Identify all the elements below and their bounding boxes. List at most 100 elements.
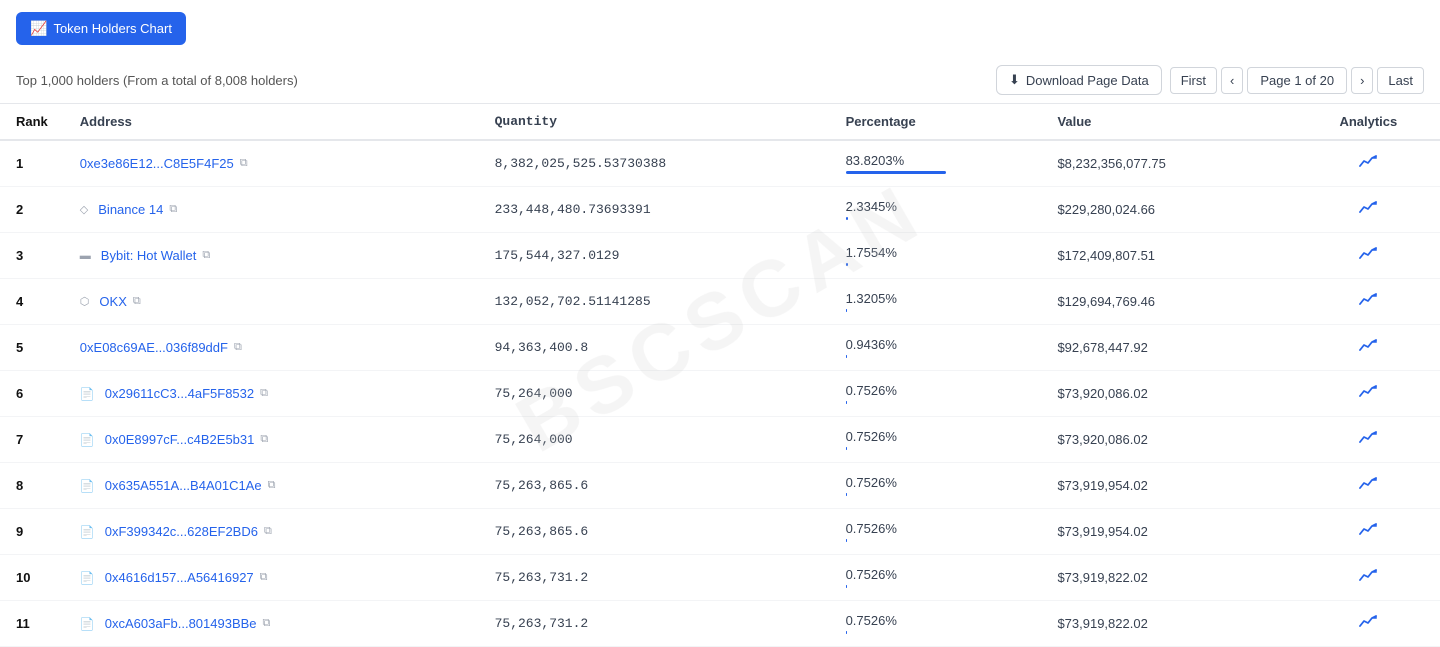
- percentage-bar: [846, 355, 847, 358]
- cell-quantity: 132,052,702.51141285: [479, 279, 830, 325]
- cell-address: 📄0x29611cC3...4aF5F8532⧉: [64, 371, 479, 417]
- address-link[interactable]: 0x635A551A...B4A01C1Ae: [105, 478, 262, 493]
- address-link[interactable]: 0x0E8997cF...c4B2E5b31: [105, 432, 255, 447]
- cell-rank: 3: [0, 233, 64, 279]
- copy-address-button[interactable]: ⧉: [133, 295, 141, 308]
- percentage-text: 0.7526%: [846, 475, 1026, 490]
- cell-percentage: 0.7526%: [830, 509, 1042, 555]
- percentage-text: 0.7526%: [846, 383, 1026, 398]
- pagination: First ‹ Page 1 of 20 › Last: [1170, 67, 1424, 94]
- address-file-icon: 📄: [80, 479, 95, 493]
- next-page-button[interactable]: ›: [1351, 67, 1373, 94]
- percentage-bar: [846, 447, 847, 450]
- copy-address-button[interactable]: ⧉: [260, 387, 268, 400]
- address-link[interactable]: OKX: [99, 294, 126, 309]
- address-link[interactable]: 0xe3e86E12...C8E5F4F25: [80, 156, 234, 171]
- cell-address: 0xE08c69AE...036f89ddF ⧉: [64, 325, 479, 371]
- address-file-icon: 📄: [80, 433, 95, 447]
- cell-quantity: 75,263,865.6: [479, 509, 830, 555]
- cell-quantity: 175,544,327.0129: [479, 233, 830, 279]
- cell-rank: 8: [0, 463, 64, 509]
- analytics-chart-icon[interactable]: [1359, 477, 1377, 494]
- analytics-chart-icon[interactable]: [1359, 339, 1377, 356]
- cell-percentage: 2.3345%: [830, 187, 1042, 233]
- percentage-text: 0.9436%: [846, 337, 1026, 352]
- cell-value: $73,920,086.02: [1041, 371, 1296, 417]
- copy-address-button[interactable]: ⧉: [202, 249, 210, 262]
- col-analytics: Analytics: [1297, 104, 1440, 140]
- analytics-chart-icon[interactable]: [1359, 431, 1377, 448]
- cell-percentage: 0.7526%: [830, 417, 1042, 463]
- address-link[interactable]: Binance 14: [98, 202, 163, 217]
- address-link[interactable]: Bybit: Hot Wallet: [101, 248, 197, 263]
- last-page-button[interactable]: Last: [1377, 67, 1424, 94]
- download-button[interactable]: ⬇ Download Page Data: [996, 65, 1162, 95]
- cell-quantity: 233,448,480.73693391: [479, 187, 830, 233]
- percentage-bar: [846, 585, 847, 588]
- analytics-chart-icon[interactable]: [1359, 247, 1377, 264]
- copy-address-button[interactable]: ⧉: [263, 617, 271, 630]
- cell-rank: 11: [0, 601, 64, 647]
- cell-analytics: [1297, 371, 1440, 417]
- table-row: 1 0xe3e86E12...C8E5F4F25 ⧉ 8,382,025,525.53…: [0, 140, 1440, 187]
- address-label-icon: ◇: [80, 203, 88, 216]
- copy-address-button[interactable]: ⧉: [260, 433, 268, 446]
- address-link[interactable]: 0x29611cC3...4aF5F8532: [105, 386, 254, 401]
- analytics-chart-icon[interactable]: [1359, 385, 1377, 402]
- copy-address-button[interactable]: ⧉: [260, 571, 268, 584]
- analytics-chart-icon[interactable]: [1359, 615, 1377, 632]
- table-row: 11📄0xcA603aFb...801493BBe⧉75,263,731.20.…: [0, 601, 1440, 647]
- address-link[interactable]: 0xE08c69AE...036f89ddF: [80, 340, 228, 355]
- copy-address-button[interactable]: ⧉: [264, 525, 272, 538]
- prev-page-button[interactable]: ‹: [1221, 67, 1243, 94]
- percentage-text: 0.7526%: [846, 521, 1026, 536]
- cell-rank: 1: [0, 140, 64, 187]
- cell-rank: 10: [0, 555, 64, 601]
- table-header-row: Rank Address Quantity Percentage Value A…: [0, 104, 1440, 140]
- cell-rank: 2: [0, 187, 64, 233]
- cell-percentage: 1.7554%: [830, 233, 1042, 279]
- cell-percentage: 0.7526%: [830, 371, 1042, 417]
- cell-value: $73,919,954.02: [1041, 509, 1296, 555]
- copy-address-button[interactable]: ⧉: [268, 479, 276, 492]
- table-row: 9📄0xF399342c...628EF2BD6⧉75,263,865.60.7…: [0, 509, 1440, 555]
- analytics-chart-icon[interactable]: [1359, 155, 1377, 172]
- address-link[interactable]: 0xcA603aFb...801493BBe: [105, 616, 257, 631]
- token-chart-button[interactable]: 📈 Token Holders Chart: [16, 12, 186, 45]
- copy-address-button[interactable]: ⧉: [169, 203, 177, 216]
- first-page-button[interactable]: First: [1170, 67, 1217, 94]
- cell-quantity: 75,264,000: [479, 371, 830, 417]
- chart-icon: 📈: [30, 20, 47, 37]
- address-file-icon: 📄: [80, 571, 95, 585]
- copy-address-button[interactable]: ⧉: [234, 341, 242, 354]
- analytics-chart-icon[interactable]: [1359, 569, 1377, 586]
- cell-address: 📄0xF399342c...628EF2BD6⧉: [64, 509, 479, 555]
- page-info: Page 1 of 20: [1247, 67, 1347, 94]
- percentage-bar: [846, 631, 847, 634]
- analytics-chart-icon[interactable]: [1359, 201, 1377, 218]
- copy-address-button[interactable]: ⧉: [240, 157, 248, 170]
- cell-quantity: 8,382,025,525.53730388: [479, 140, 830, 187]
- address-link[interactable]: 0x4616d157...A56416927: [105, 570, 254, 585]
- cell-analytics: [1297, 233, 1440, 279]
- percentage-text: 1.3205%: [846, 291, 1026, 306]
- cell-value: $73,919,822.02: [1041, 601, 1296, 647]
- holders-table-container: Rank Address Quantity Percentage Value A…: [0, 104, 1440, 647]
- cell-percentage: 0.7526%: [830, 601, 1042, 647]
- analytics-chart-icon[interactable]: [1359, 293, 1377, 310]
- cell-analytics: [1297, 417, 1440, 463]
- cell-analytics: [1297, 140, 1440, 187]
- download-icon: ⬇: [1009, 72, 1020, 88]
- col-rank: Rank: [0, 104, 64, 140]
- percentage-bar: [846, 539, 847, 542]
- address-link[interactable]: 0xF399342c...628EF2BD6: [105, 524, 258, 539]
- cell-quantity: 75,263,731.2: [479, 555, 830, 601]
- col-quantity: Quantity: [479, 104, 830, 140]
- holders-table: Rank Address Quantity Percentage Value A…: [0, 104, 1440, 647]
- analytics-chart-icon[interactable]: [1359, 523, 1377, 540]
- address-label-icon: ⬡: [80, 295, 90, 308]
- table-row: 2 ◇ Binance 14 ⧉ 233,448,480.736933912.3345%…: [0, 187, 1440, 233]
- cell-address: ⬡ OKX ⧉: [64, 279, 479, 325]
- cell-address: 📄 0x635A551A...B4A01C1Ae ⧉: [64, 463, 479, 509]
- cell-percentage: 83.8203%: [830, 140, 1042, 187]
